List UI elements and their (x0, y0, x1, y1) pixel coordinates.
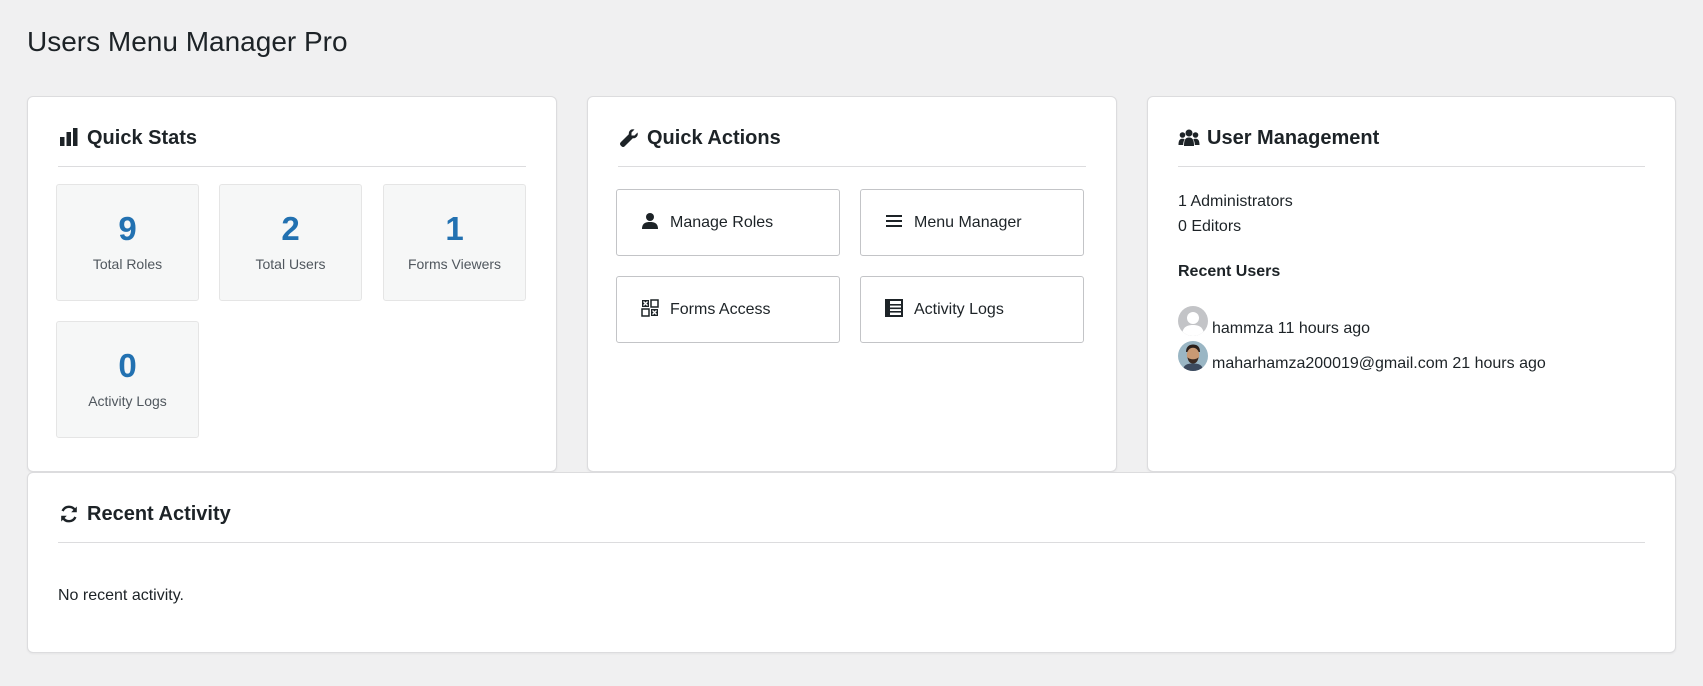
recent-activity-card: Recent Activity No recent activity. (27, 472, 1676, 653)
list-table-icon (885, 298, 903, 317)
person-icon (641, 212, 659, 230)
default-avatar-icon (1178, 306, 1208, 336)
manage-roles-button[interactable]: Manage Roles (616, 189, 840, 256)
photo-avatar (1178, 341, 1208, 371)
menu-manager-label: Menu Manager (914, 213, 1022, 231)
recent-user-text: maharhamza200019@gmail.com 21 hours ago (1212, 355, 1546, 372)
administrators-count: 1 Administrators (1178, 193, 1293, 210)
user-management-card: User Management 1 Administrators 0 Edito… (1147, 96, 1676, 472)
quick-stats-card: Quick Stats 9 Total Roles 2 Total Users … (27, 96, 557, 472)
recent-activity-title: Recent Activity (87, 503, 231, 525)
recent-users-heading: Recent Users (1178, 263, 1281, 280)
menu-lines-icon (885, 212, 903, 230)
stat-total-roles: 9 Total Roles (56, 184, 199, 301)
stat-total-users: 2 Total Users (219, 184, 362, 301)
stat-forms-viewers: 1 Forms Viewers (383, 184, 526, 301)
recent-activity-header: Recent Activity (58, 501, 1645, 543)
quick-actions-card: Quick Actions Manage Roles Menu Manager … (587, 96, 1117, 472)
group-icon (1178, 127, 1200, 149)
stat-value: 0 (118, 347, 137, 384)
editors-count: 0 Editors (1178, 218, 1242, 235)
forms-access-button[interactable]: Forms Access (616, 276, 840, 343)
quick-actions-header: Quick Actions (618, 125, 1086, 167)
user-management-header: User Management (1178, 125, 1645, 167)
user-management-title: User Management (1207, 127, 1380, 149)
quick-stats-header: Quick Stats (58, 125, 526, 167)
activity-logs-button[interactable]: Activity Logs (860, 276, 1084, 343)
activity-logs-label: Activity Logs (914, 300, 1004, 318)
recent-user-row: hammza 11 hours ago (1178, 306, 1370, 338)
refresh-icon (58, 503, 80, 525)
stat-label: Forms Viewers (407, 256, 502, 272)
wrench-icon (618, 127, 640, 149)
page-title: Users Menu Manager Pro (27, 26, 348, 57)
stat-label: Total Users (255, 256, 326, 272)
stat-label: Total Roles (92, 256, 163, 272)
grid-icon (641, 298, 659, 317)
quick-stats-title: Quick Stats (87, 127, 198, 149)
bar-chart-icon (58, 127, 80, 149)
recent-user-row: maharhamza200019@gmail.com 21 hours ago (1178, 341, 1546, 373)
stat-value: 1 (445, 210, 464, 247)
stat-activity-logs: 0 Activity Logs (56, 321, 199, 438)
stat-value: 9 (118, 210, 137, 247)
menu-manager-button[interactable]: Menu Manager (860, 189, 1084, 256)
recent-user-text: hammza 11 hours ago (1212, 320, 1371, 337)
no-activity-message: No recent activity. (58, 587, 184, 604)
manage-roles-label: Manage Roles (670, 213, 774, 231)
stat-value: 2 (281, 210, 300, 247)
quick-actions-title: Quick Actions (647, 127, 781, 149)
stat-label: Activity Logs (88, 393, 167, 409)
forms-access-label: Forms Access (670, 300, 771, 318)
